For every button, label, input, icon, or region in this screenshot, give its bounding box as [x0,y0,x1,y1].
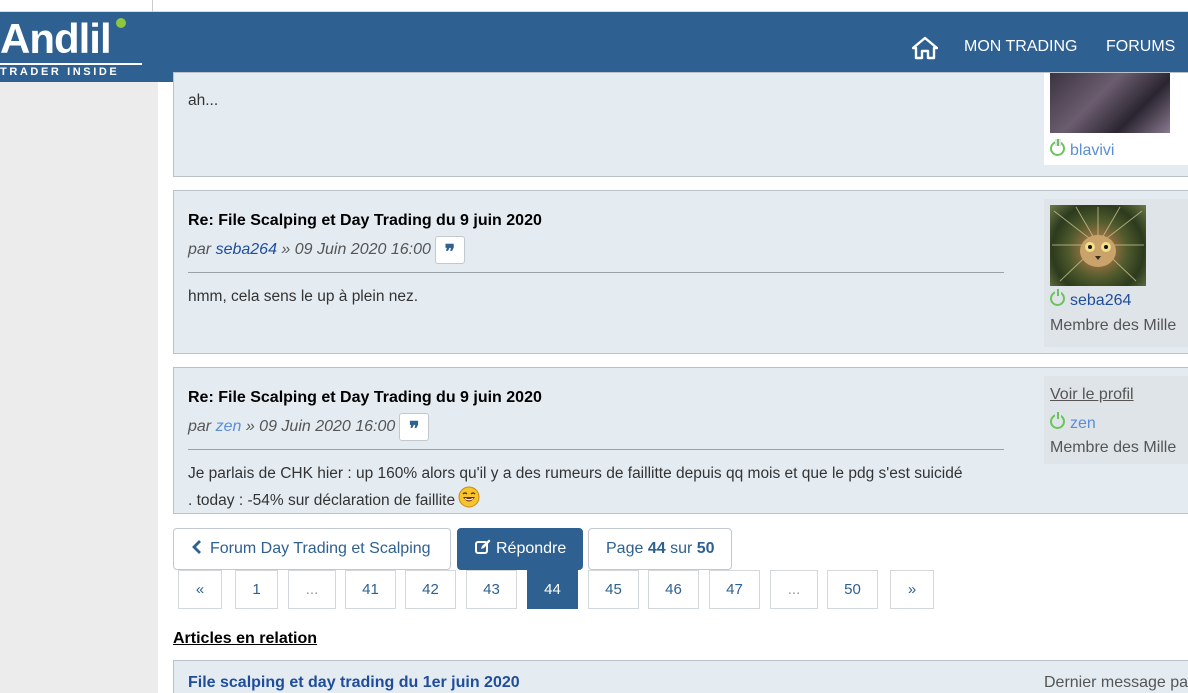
page-1-button[interactable]: 1 [235,570,278,609]
logo-wordmark: Andlil [0,15,112,62]
post-separator [188,449,1004,450]
post-meta: par zen » 09 Juin 2020 16:00 ❞ [188,413,1008,441]
author-profile: Voir le profil zen Membre des Mille [1044,376,1188,464]
page-current: 44 [647,540,666,557]
reply-button[interactable]: Répondre [457,528,583,570]
related-article-link[interactable]: File scalping et day trading du 1er juin… [188,674,520,692]
username[interactable]: seba264 [1070,292,1131,309]
reply-label: Répondre [496,540,567,557]
page-total: 50 [696,540,715,557]
logo-dot [116,18,126,28]
post-meta: par seba264 » 09 Juin 2020 16:00 ❞ [188,236,1004,264]
page-43-button[interactable]: 43 [466,570,517,609]
page-41-button[interactable]: 41 [345,570,396,609]
pagination-ellipsis: ... [288,570,336,609]
edit-icon [475,539,491,560]
post-author-link[interactable]: seba264 [216,241,277,259]
author-profile: seba264 Membre des Mille [1044,199,1188,347]
username[interactable]: zen [1070,415,1096,432]
page-47-button[interactable]: 47 [709,570,760,609]
online-status-icon [1050,412,1065,429]
page-prefix: Page [606,540,644,557]
post-date: » 09 Juin 2020 16:00 [281,241,431,258]
post-title[interactable]: Re: File Scalping et Day Trading du 9 ju… [188,389,1008,407]
post-body: Je parlais de CHK hier : up 160% alors q… [188,462,1008,516]
related-last-message: Dernier message par [1044,674,1188,691]
page-indicator: Page 44 sur 50 [588,528,732,570]
post-body: hmm, cela sens le up à plein nez. [188,288,419,305]
forum-post: ah... blavivi [173,72,1188,177]
pagination-ellipsis: ... [770,570,818,609]
back-to-forum-label: Forum Day Trading et Scalping [210,540,431,557]
home-icon[interactable] [911,36,939,60]
page-42-button[interactable]: 42 [405,570,456,609]
post-author-link[interactable]: zen [216,418,242,436]
related-article-row: File scalping et day trading du 1er juin… [173,660,1188,693]
post-date: » 09 Juin 2020 16:00 [245,418,396,435]
nav-forums[interactable]: FORUMS [1106,38,1175,56]
laughing-emoji-icon [458,486,480,516]
nav-mon-trading[interactable]: MON TRADING [964,38,1077,56]
online-status-icon [1050,289,1065,306]
post-by-label: par [188,418,212,435]
avatar[interactable] [1050,205,1146,286]
author-profile: blavivi [1044,73,1188,165]
left-gutter [0,82,158,693]
forum-post: Re: File Scalping et Day Trading du 9 ju… [173,367,1188,514]
user-rank: Membre des Mille [1050,317,1177,334]
page-50-button[interactable]: 50 [827,570,878,609]
post-body-line: Je parlais de CHK hier : up 160% alors q… [188,465,963,482]
page-separator: sur [670,540,693,557]
logo-tagline: TRADER INSIDE [0,63,142,78]
site-logo[interactable]: Andlil TRADER INSIDE [0,14,145,78]
post-separator [188,272,1004,273]
last-page-button[interactable]: » [890,570,934,609]
view-profile-link[interactable]: Voir le profil [1050,386,1134,404]
avatar[interactable] [1050,73,1170,133]
page-45-button[interactable]: 45 [588,570,639,609]
back-to-forum-button[interactable]: Forum Day Trading et Scalping [173,528,451,570]
online-status-icon [1050,139,1065,156]
quote-icon[interactable]: ❞ [434,236,465,264]
forum-post: Re: File Scalping et Day Trading du 9 ju… [173,190,1188,354]
page-44-button[interactable]: 44 [527,570,578,609]
user-rank: Membre des Mille [1050,439,1177,456]
post-body-line: . today : -54% sur déclaration de failli… [188,492,456,509]
post-title[interactable]: Re: File Scalping et Day Trading du 9 ju… [188,212,1004,230]
related-articles-heading[interactable]: Articles en relation [173,630,317,648]
chevron-left-icon [192,539,202,559]
quote-icon[interactable]: ❞ [399,413,430,441]
first-page-button[interactable]: « [178,570,222,609]
browser-address-bar-strip [0,0,1188,12]
post-by-label: par [188,241,212,258]
page-46-button[interactable]: 46 [648,570,699,609]
username[interactable]: blavivi [1070,142,1114,159]
post-body: ah... [188,92,219,109]
